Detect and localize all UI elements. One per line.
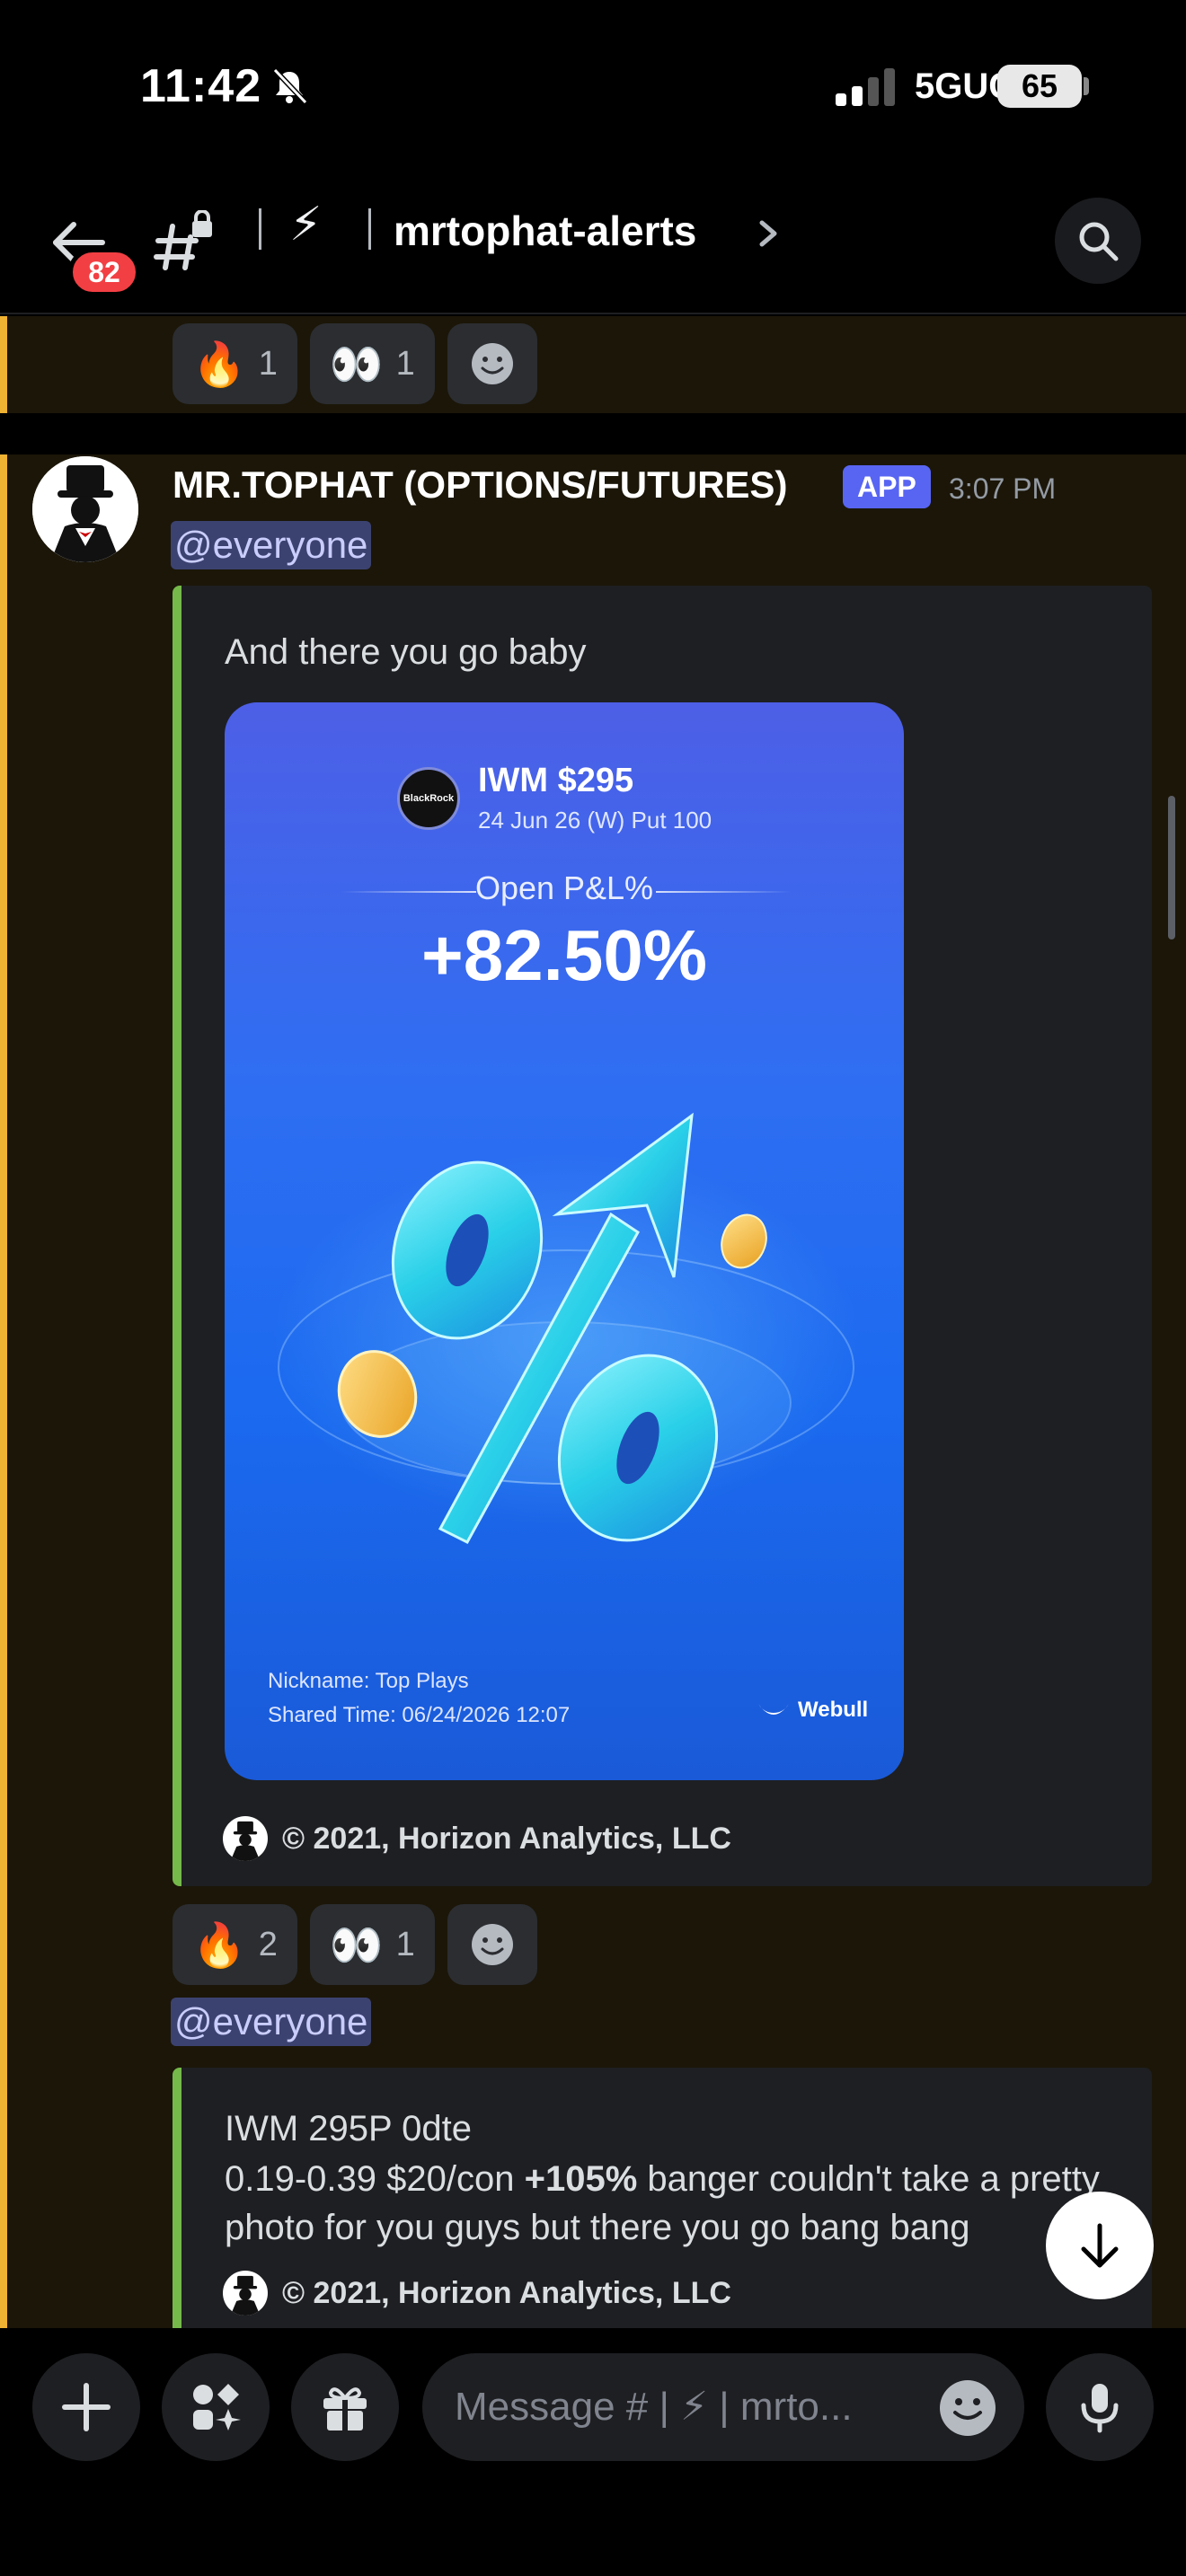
avatar[interactable] xyxy=(32,456,138,562)
embed-footer: © 2021, Horizon Analytics, LLC xyxy=(223,1816,731,1861)
apps-icon xyxy=(193,2384,241,2430)
reaction-count: 2 xyxy=(258,1925,278,1963)
smiley-icon xyxy=(471,1924,513,1965)
everyone-mention[interactable]: @everyone xyxy=(171,521,372,569)
scrollbar[interactable] xyxy=(1168,796,1175,940)
unread-badge: 82 xyxy=(68,248,140,296)
message-composer: Message # | ⚡ | mrto... xyxy=(0,2328,1186,2576)
blackrock-logo: BlackRock xyxy=(397,767,460,830)
lightning-icon: ⚡ xyxy=(289,198,323,251)
signal-icon xyxy=(836,68,895,106)
voice-message-button[interactable] xyxy=(1046,2353,1154,2461)
embed-line-2: 0.19-0.39 $20/con +105% banger couldn't … xyxy=(225,2159,1100,2199)
gift-icon xyxy=(323,2387,367,2430)
embed-card: And there you go baby BlackRock IWM $295… xyxy=(173,586,1152,1886)
eyes-icon: 👀 xyxy=(329,340,384,389)
previous-reactions: 🔥 1 👀 1 xyxy=(173,323,537,404)
emoji-picker-button[interactable] xyxy=(940,2380,996,2436)
everyone-mention[interactable]: @everyone xyxy=(171,1998,372,2046)
arrow-down-icon xyxy=(1081,2223,1119,2268)
reaction-count: 1 xyxy=(258,344,278,383)
message-placeholder: Message # | ⚡ | mrto... xyxy=(455,2385,853,2429)
chevron-right-icon[interactable] xyxy=(755,216,782,251)
add-reaction-button[interactable] xyxy=(447,323,537,404)
tophat-avatar-icon xyxy=(32,456,138,562)
smiley-icon xyxy=(471,343,513,384)
reaction-fire[interactable]: 🔥 2 xyxy=(173,1904,297,1985)
webull-logo-icon xyxy=(758,1704,789,1715)
message-input[interactable]: Message # | ⚡ | mrto... xyxy=(422,2353,1024,2461)
message-timestamp: 3:07 PM xyxy=(949,472,1057,505)
footer-text: © 2021, Horizon Analytics, LLC xyxy=(282,2275,731,2310)
reaction-eyes[interactable]: 👀 1 xyxy=(309,323,435,404)
text-channel-lock-icon xyxy=(154,210,212,270)
apps-button[interactable] xyxy=(162,2353,270,2461)
microphone-icon xyxy=(1081,2384,1119,2433)
embed-footer: © 2021, Horizon Analytics, LLC xyxy=(223,2271,731,2316)
message-reactions: 🔥 2 👀 1 xyxy=(173,1904,537,1985)
reaction-fire[interactable]: 🔥 1 xyxy=(173,323,297,404)
nickname-text: Nickname: Top Plays xyxy=(268,1669,469,1693)
footer-text: © 2021, Horizon Analytics, LLC xyxy=(282,1821,731,1856)
shared-time-text: Shared Time: 06/24/2026 12:07 xyxy=(268,1703,571,1727)
channel-header: 82 ⚡ mrtophat-alerts xyxy=(0,171,1186,314)
embed-line-1: IWM 295P 0dte xyxy=(225,2109,472,2148)
webull-brand: Webull xyxy=(757,1698,868,1723)
eyes-icon: 👀 xyxy=(329,1921,384,1970)
pnl-share-image[interactable]: BlackRock IWM $295 24 Jun 26 (W) Put 100… xyxy=(225,702,904,1780)
footer-avatar-icon xyxy=(223,2271,268,2316)
reaction-count: 1 xyxy=(395,344,415,383)
status-time: 11:42 xyxy=(140,60,262,112)
fire-icon: 🔥 xyxy=(192,1921,246,1970)
embed-line-3: photo for you guys but there you go bang… xyxy=(225,2208,970,2247)
message-list[interactable]: 🔥 1 👀 1 MR.TOPHAT (OPTIONS/FUTURES) APP … xyxy=(0,316,1186,2328)
attach-button[interactable] xyxy=(32,2353,140,2461)
search-button[interactable] xyxy=(1055,198,1141,284)
reaction-count: 1 xyxy=(395,1925,415,1963)
header-separator xyxy=(368,208,371,250)
fire-icon: 🔥 xyxy=(192,340,246,389)
author-name[interactable]: MR.TOPHAT (OPTIONS/FUTURES) xyxy=(173,463,787,507)
battery-tip xyxy=(1084,77,1089,95)
battery-indicator: 65 xyxy=(997,65,1082,108)
contract-label: 24 Jun 26 (W) Put 100 xyxy=(478,807,712,834)
pnl-label: Open P&L% xyxy=(474,869,654,906)
message-divider xyxy=(0,413,1186,454)
status-bar: 11:42 5GUC 65 xyxy=(0,0,1186,171)
ticker-label: IWM $295 xyxy=(478,762,634,799)
smiley-icon xyxy=(953,2398,982,2420)
pnl-value: +82.50% xyxy=(420,915,708,995)
gift-button[interactable] xyxy=(291,2353,399,2461)
bell-muted-icon xyxy=(272,67,308,105)
search-icon xyxy=(1079,222,1119,261)
reaction-eyes[interactable]: 👀 1 xyxy=(309,1904,435,1985)
header-separator xyxy=(259,208,261,250)
footer-avatar-icon xyxy=(223,1816,268,1861)
embed-card: IWM 295P 0dte 0.19-0.39 $20/con +105% ba… xyxy=(173,2068,1152,2328)
percent-arrow-illustration xyxy=(278,1112,854,1544)
webull-label: Webull xyxy=(798,1698,869,1722)
add-reaction-button[interactable] xyxy=(447,1904,537,1985)
channel-name[interactable]: mrtophat-alerts xyxy=(394,207,696,255)
plus-icon xyxy=(62,2383,111,2431)
app-tag: APP xyxy=(843,465,931,508)
embed-description: And there you go baby xyxy=(225,632,587,672)
jump-to-bottom-button[interactable] xyxy=(1046,2192,1154,2299)
